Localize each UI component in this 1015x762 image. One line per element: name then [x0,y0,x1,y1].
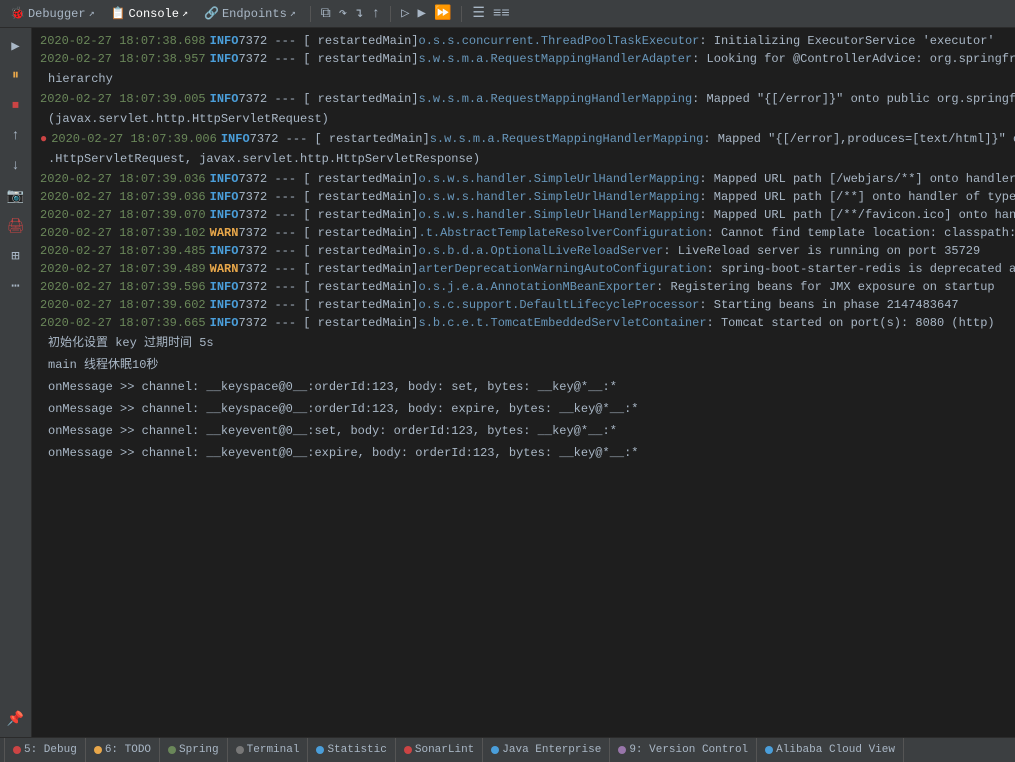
log-line: 2020-02-27 18:07:39.596 INFO 7372 --- [ … [32,278,1015,296]
terminal-dot [236,746,244,754]
toolbar-resume[interactable]: ▷ [401,5,409,22]
todo-label: 6: TODO [105,744,151,756]
java-label: Java Enterprise [502,744,601,756]
arrow-icon: ↗ [89,8,95,20]
sidebar-step-down-btn[interactable]: ↓ [2,152,30,180]
status-java-enterprise[interactable]: Java Enterprise [483,738,610,762]
breakpoint-dot: ● [40,130,47,148]
vc-label: 9: Version Control [629,744,748,756]
plain-log-on-message-3: onMessage >> channel: __keyevent@0__:set… [32,420,1015,442]
endpoints-icon: 🔗 [204,6,219,21]
sidebar-camera-btn[interactable]: 📷 [2,182,30,210]
status-terminal[interactable]: Terminal [228,738,309,762]
plain-log-on-message-4: onMessage >> channel: __keyevent@0__:exp… [32,442,1015,464]
sidebar-step-btn[interactable]: ↑ [2,122,30,150]
toolbar-debugger[interactable]: 🐞 Debugger ↗ [6,4,99,23]
log-line: 2020-02-27 18:07:39.036 INFO 7372 --- [ … [32,188,1015,206]
toolbar-run[interactable]: ▶ [418,5,426,22]
log-continuation: hierarchy [32,68,1015,90]
alibaba-dot [765,746,773,754]
log-line: 2020-02-27 18:07:39.036 INFO 7372 --- [ … [32,170,1015,188]
log-line: 2020-02-27 18:07:39.102 WARN 7372 --- [ … [32,224,1015,242]
sidebar-pause-btn[interactable]: ⏸ [2,62,30,90]
sidebar-print-btn[interactable]: 🖨 [2,212,30,240]
debug-label: 5: Debug [24,744,77,756]
toolbar-separator [310,6,311,22]
toolbar-more[interactable]: ≡≡ [493,6,510,22]
log-line: 2020-02-27 18:07:39.602 INFO 7372 --- [ … [32,296,1015,314]
sidebar-grid-btn[interactable]: ⊞ [2,242,30,270]
console-output[interactable]: 2020-02-27 18:07:38.698 INFO 7372 --- [ … [32,28,1015,737]
icon-sidebar: ▶ ⏸ ⏹ ↑ ↓ 📷 🖨 ⊞ ⋯ 📌 [0,28,32,737]
log-line: 2020-02-27 18:07:39.070 INFO 7372 --- [ … [32,206,1015,224]
java-dot [491,746,499,754]
status-spring[interactable]: Spring [160,738,228,762]
sonar-dot [404,746,412,754]
plain-log-on-message-1: onMessage >> channel: __keyspace@0__:ord… [32,376,1015,398]
toolbar-fast-forward[interactable]: ⏩ [434,5,451,22]
status-todo[interactable]: 6: TODO [86,738,160,762]
terminal-label: Terminal [247,744,300,756]
toolbar-step-over[interactable]: ↷ [339,5,347,22]
toolbar: 🐞 Debugger ↗ 📋 Console ↗ 🔗 Endpoints ↗ ⧉… [0,0,1015,28]
todo-dot [94,746,102,754]
arrow-icon-2: ↗ [182,8,188,20]
plain-log-on-message-2: onMessage >> channel: __keyspace@0__:ord… [32,398,1015,420]
log-line: 2020-02-27 18:07:38.957 INFO 7372 --- [ … [32,50,1015,68]
spring-label: Spring [179,744,219,756]
main-area: ▶ ⏸ ⏹ ↑ ↓ 📷 🖨 ⊞ ⋯ 📌 2020-02-27 18:07:38.… [0,28,1015,737]
sidebar-play-btn[interactable]: ▶ [2,32,30,60]
sonar-label: SonarLint [415,744,474,756]
toolbar-step-out[interactable]: ↑ [372,6,380,22]
status-bar: 5: Debug 6: TODO Spring Terminal Statist… [0,737,1015,762]
log-continuation: .HttpServletRequest, javax.servlet.http.… [32,148,1015,170]
status-sonarlint[interactable]: SonarLint [396,738,483,762]
plain-log-init-key: 初始化设置 key 过期时间 5s [32,332,1015,354]
status-statistic[interactable]: Statistic [308,738,395,762]
status-alibaba[interactable]: Alibaba Cloud View [757,738,904,762]
sidebar-stop-btn[interactable]: ⏹ [2,92,30,120]
toolbar-separator-2 [390,6,391,22]
sidebar-more-btn[interactable]: ⋯ [2,272,30,300]
arrow-icon-3: ↗ [290,8,296,20]
toolbar-settings[interactable]: ☰ [472,5,485,22]
log-line: 2020-02-27 18:07:39.005 INFO 7372 --- [ … [32,90,1015,108]
bug-icon: 🐞 [10,6,25,21]
log-line: 2020-02-27 18:07:39.485 INFO 7372 --- [ … [32,242,1015,260]
log-continuation: (javax.servlet.http.HttpServletRequest) [32,108,1015,130]
sidebar-pin-btn[interactable]: 📌 [2,705,30,733]
log-line: 2020-02-27 18:07:38.698 INFO 7372 --- [ … [32,32,1015,50]
toolbar-copy[interactable]: ⧉ [321,6,331,22]
log-line: 2020-02-27 18:07:39.489 WARN 7372 --- [ … [32,260,1015,278]
status-debug[interactable]: 5: Debug [4,738,86,762]
log-line: 2020-02-27 18:07:39.665 INFO 7372 --- [ … [32,314,1015,332]
statistic-dot [316,746,324,754]
status-version-control[interactable]: 9: Version Control [610,738,757,762]
debug-dot [13,746,21,754]
toolbar-console[interactable]: 📋 Console ↗ [107,4,192,23]
plain-log-sleep: main 线程休眠10秒 [32,354,1015,376]
vc-dot [618,746,626,754]
console-icon: 📋 [111,6,126,21]
spring-dot [168,746,176,754]
toolbar-separator-3 [461,6,462,22]
alibaba-label: Alibaba Cloud View [776,744,895,756]
log-line: ● 2020-02-27 18:07:39.006 INFO 7372 --- … [32,130,1015,148]
toolbar-step-into[interactable]: ↴ [355,5,363,22]
toolbar-endpoints[interactable]: 🔗 Endpoints ↗ [200,4,300,23]
statistic-label: Statistic [327,744,386,756]
